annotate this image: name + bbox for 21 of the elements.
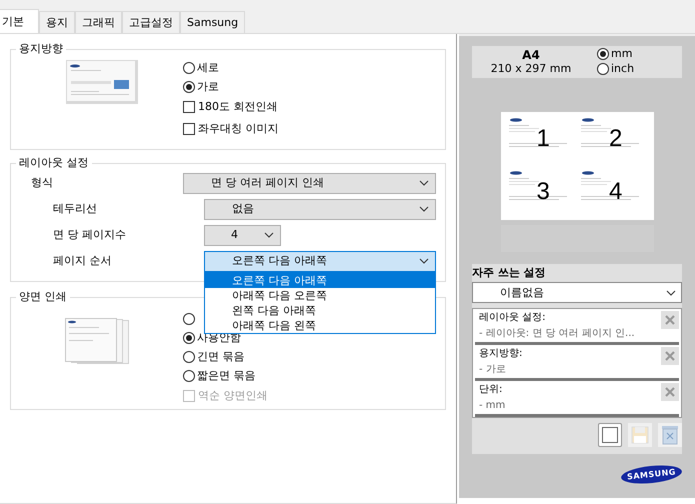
field-label: 면 당 페이지수 <box>53 227 127 243</box>
page-number: 3 <box>536 179 550 205</box>
setting-title: 단위: <box>479 383 504 397</box>
group-title: 양면 인쇄 <box>18 290 68 304</box>
setting-value: - 가로 <box>479 363 507 377</box>
group-title: 레이아웃 설정 <box>18 156 90 170</box>
setting-value: - 레이아웃: 면 당 여러 페이지 인... <box>479 327 635 341</box>
setting-title: 용지방향: <box>479 347 522 361</box>
page-number: 4 <box>609 179 622 205</box>
panel-title: 자주 쓰는 설정 <box>472 265 547 281</box>
page-number: 1 <box>536 126 550 152</box>
paper-name: A4 <box>522 48 540 62</box>
field-label: 페이지 순서 <box>53 253 112 269</box>
page-number: 2 <box>609 126 622 152</box>
setting-value: - mm <box>479 399 506 413</box>
paper-size: 210 x 297 mm <box>490 62 572 75</box>
setting-title: 레이아웃 설정: <box>479 311 547 325</box>
field-label: 테두리선 <box>53 201 98 217</box>
group-title: 용지방향 <box>18 42 64 56</box>
field-label: 형식 <box>31 175 54 191</box>
logo: SAMSUNG <box>620 462 683 486</box>
